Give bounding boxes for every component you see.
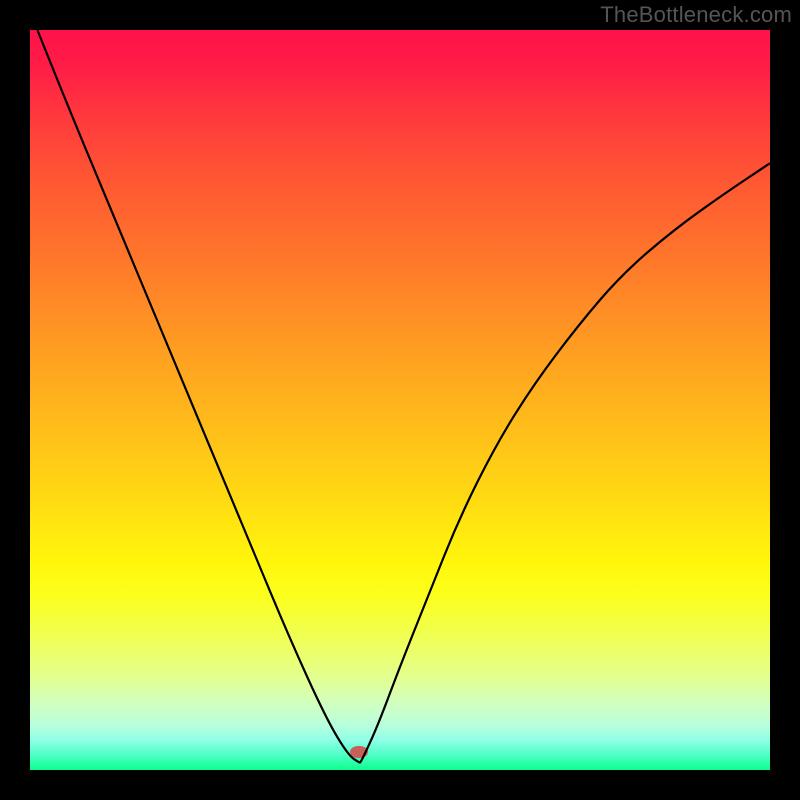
watermark-text: TheBottleneck.com	[600, 2, 792, 28]
chart-area	[30, 30, 770, 770]
curve-line	[30, 30, 770, 770]
